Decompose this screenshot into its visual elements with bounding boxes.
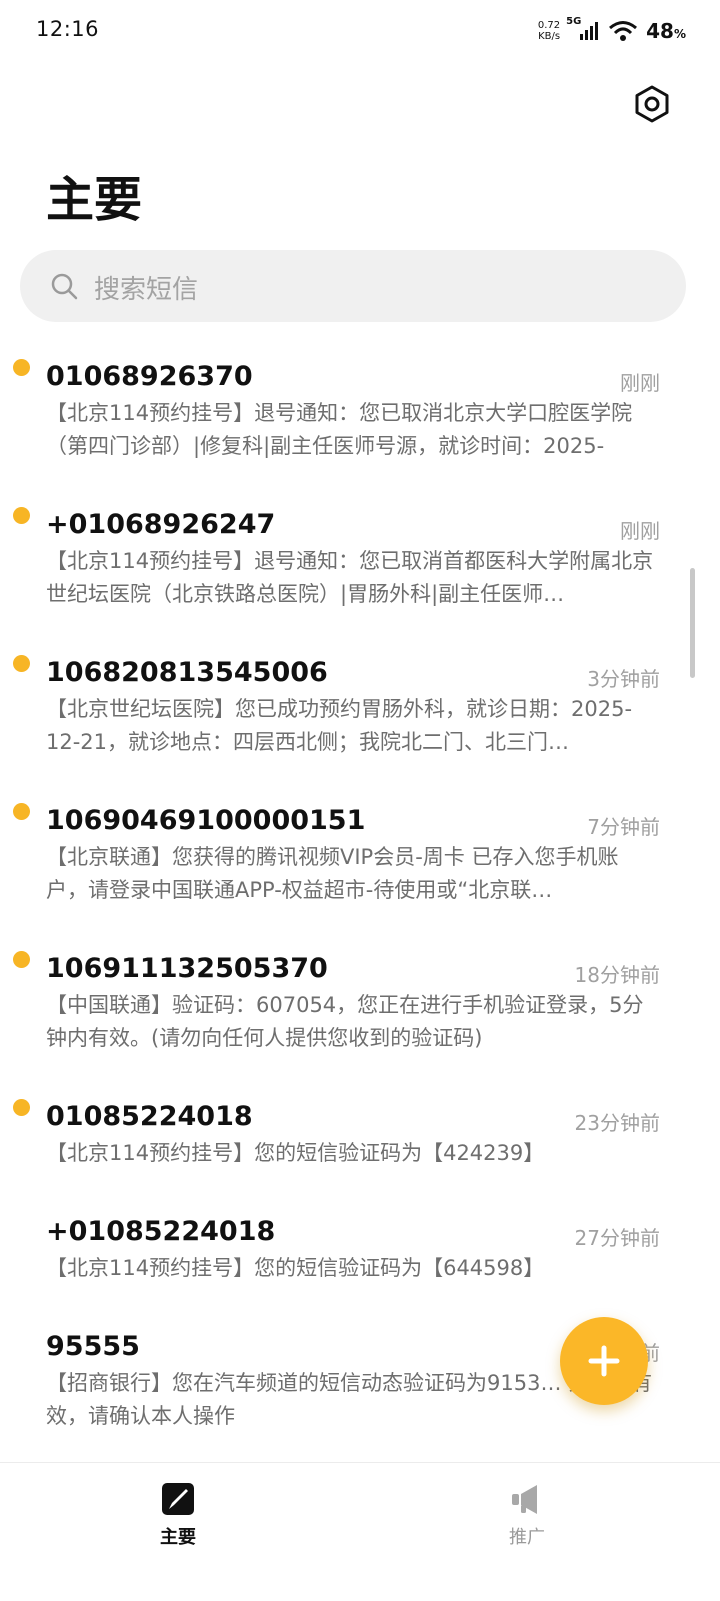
- unread-dot: [13, 359, 30, 376]
- message-item[interactable]: 10690469100000151 7分钟前 【北京联通】您获得的腾讯视频VIP…: [0, 799, 720, 947]
- settings-icon: [635, 85, 669, 123]
- plus-icon: [588, 1345, 620, 1377]
- search-bar[interactable]: 搜索短信: [20, 250, 686, 322]
- network-type: 5G: [566, 16, 582, 27]
- message-sender: +01085224018: [46, 1216, 276, 1247]
- message-preview: 【北京114预约挂号】您的短信验证码为【424239】: [46, 1141, 545, 1165]
- battery-level: 48%: [646, 19, 686, 43]
- message-time: 7分钟前: [587, 815, 660, 839]
- message-preview: 【北京114预约挂号】退号通知：您已取消北京大学口腔医学院（第四门诊部）|修复科…: [46, 401, 633, 458]
- message-item[interactable]: 01068926370 刚刚 【北京114预约挂号】退号通知：您已取消北京大学口…: [0, 355, 720, 503]
- bottom-nav: 主要 推广: [0, 1462, 720, 1601]
- status-icons: 0.72 KB/s 5G 48%: [538, 16, 686, 46]
- message-list[interactable]: 01068926370 刚刚 【北京114预约挂号】退号通知：您已取消北京大学口…: [0, 355, 720, 1473]
- message-preview: 【中国联通】验证码：607054，您正在进行手机验证登录，5分钟内有效。(请勿向…: [46, 993, 644, 1050]
- message-sender: 106820813545006: [46, 657, 328, 688]
- message-sender: +01068926247: [46, 509, 276, 540]
- net-speed-value: 0.72: [537, 20, 561, 31]
- message-item[interactable]: +01068926247 刚刚 【北京114预约挂号】退号通知：您已取消首都医科…: [0, 503, 720, 651]
- search-icon: [51, 273, 78, 300]
- status-bar: 12:16 0.72 KB/s 5G 48%: [0, 0, 720, 62]
- unread-dot: [13, 507, 30, 524]
- compose-icon: [162, 1483, 194, 1515]
- tab-main-label: 主要: [160, 1527, 196, 1548]
- unread-dot: [13, 1099, 30, 1116]
- tab-promo-label: 推广: [509, 1527, 545, 1548]
- unread-dot: [13, 951, 30, 968]
- message-time: 18分钟前: [574, 963, 660, 987]
- battery-value: 48: [646, 19, 674, 43]
- net-speed: 0.72 KB/s: [538, 20, 560, 42]
- message-item[interactable]: 01085224018 23分钟前 【北京114预约挂号】您的短信验证码为【42…: [0, 1095, 720, 1210]
- message-sender: 01068926370: [46, 361, 253, 392]
- message-sender: 10690469100000151: [46, 805, 366, 836]
- message-time: 刚刚: [620, 371, 660, 395]
- message-preview: 【北京114预约挂号】退号通知：您已取消首都医科大学附属北京世纪坛医院（北京铁路…: [46, 549, 654, 606]
- page-title: 主要: [46, 172, 143, 228]
- message-item[interactable]: 106820813545006 3分钟前 【北京世纪坛医院】您已成功预约胃肠外科…: [0, 651, 720, 799]
- settings-button[interactable]: [632, 84, 672, 124]
- wifi-icon: [608, 20, 638, 42]
- message-preview: 【北京联通】您获得的腾讯视频VIP会员-周卡 已存入您手机账户，请登录中国联通A…: [46, 845, 619, 902]
- message-preview: 【北京世纪坛医院】您已成功预约胃肠外科，就诊日期：2025-12-21，就诊地点…: [46, 697, 633, 754]
- net-speed-unit: KB/s: [538, 31, 561, 42]
- message-item[interactable]: +01085224018 27分钟前 【北京114预约挂号】您的短信验证码为【6…: [0, 1210, 720, 1325]
- tab-main[interactable]: 主要: [118, 1481, 238, 1549]
- message-sender: 01085224018: [46, 1101, 253, 1132]
- message-time: 3分钟前: [587, 667, 660, 691]
- message-time: 刚刚: [620, 519, 660, 543]
- message-sender: 95555: [46, 1331, 140, 1362]
- message-time: 27分钟前: [574, 1226, 660, 1250]
- search-placeholder: 搜索短信: [94, 275, 199, 305]
- unread-dot: [13, 655, 30, 672]
- status-time: 12:16: [36, 17, 100, 41]
- new-message-button[interactable]: [560, 1317, 648, 1405]
- megaphone-icon: [512, 1485, 537, 1514]
- signal-icon: 5G: [566, 16, 600, 42]
- scrollbar[interactable]: [690, 568, 695, 678]
- battery-unit: %: [673, 27, 686, 41]
- message-preview: 【北京114预约挂号】您的短信验证码为【644598】: [46, 1256, 545, 1280]
- message-item[interactable]: 106911132505370 18分钟前 【中国联通】验证码：607054，您…: [0, 947, 720, 1095]
- unread-dot: [13, 803, 30, 820]
- message-time: 23分钟前: [574, 1111, 660, 1135]
- message-sender: 106911132505370: [46, 953, 328, 984]
- tab-promo[interactable]: 推广: [467, 1481, 587, 1549]
